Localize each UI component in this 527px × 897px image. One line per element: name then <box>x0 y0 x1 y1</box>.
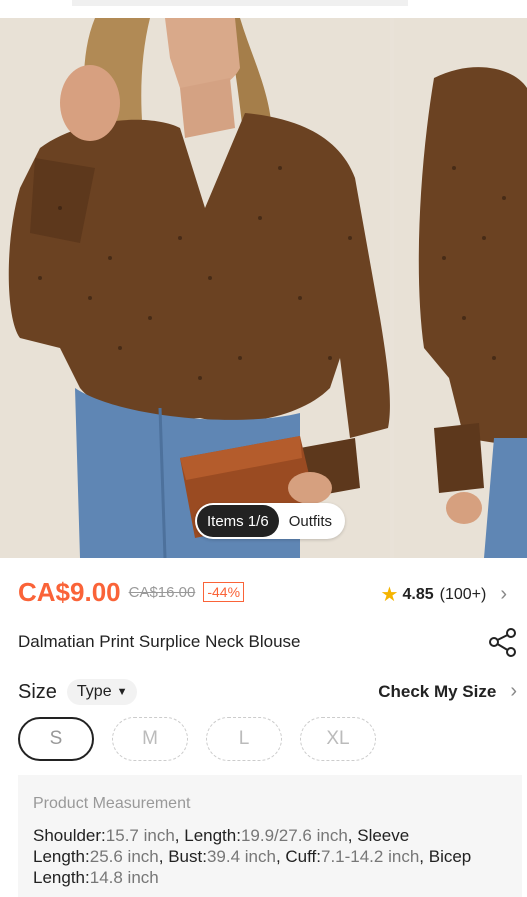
type-dropdown[interactable]: Type ▼ <box>66 679 138 705</box>
measurement-label: Shoulder: <box>33 826 106 845</box>
gallery-toggle: Items 1/6 Outfits <box>195 503 345 539</box>
size-option-s[interactable]: S <box>18 717 94 761</box>
product-image-gallery[interactable]: Items 1/6 Outfits <box>0 18 527 558</box>
measurement-details: Shoulder:15.7 inch, Length:19.9/27.6 inc… <box>33 826 472 887</box>
chevron-right-icon: › <box>510 680 517 702</box>
outfits-tab[interactable]: Outfits <box>279 513 332 530</box>
check-my-size-link[interactable]: Check My Size › <box>378 680 517 703</box>
chevron-down-icon: ▼ <box>116 686 128 698</box>
rating-count: (100+) <box>439 585 487 603</box>
product-photo-main[interactable] <box>0 18 390 558</box>
measurement-label: Bust: <box>168 847 207 866</box>
rating-summary[interactable]: ★ 4.85 (100+) › <box>381 582 507 607</box>
check-my-size-label: Check My Size <box>378 681 497 701</box>
size-label: Size <box>18 680 57 703</box>
rating-value: 4.85 <box>402 585 434 603</box>
size-options: S M L XL <box>18 717 376 761</box>
measurement-value: 39.4 inch <box>206 847 276 866</box>
star-icon: ★ <box>380 584 399 606</box>
product-title: Dalmatian Print Surplice Neck Blouse <box>18 632 301 651</box>
size-option-l[interactable]: L <box>206 717 282 761</box>
size-header: Size Type ▼ Check My Size › <box>18 676 517 708</box>
size-option-m[interactable]: M <box>112 717 188 761</box>
measurement-title: Product Measurement <box>33 795 191 812</box>
measurement-value: 19.9/27.6 inch <box>240 826 348 845</box>
measurement-label: Length: <box>184 826 241 845</box>
price-row: CA$9.00 CA$16.00 -44% ★ 4.85 (100+) › <box>18 574 517 610</box>
discount-badge: -44% <box>203 582 245 602</box>
measurement-label: Cuff: <box>285 847 321 866</box>
original-price: CA$16.00 <box>128 583 196 601</box>
measurement-value: 15.7 inch <box>105 826 175 845</box>
measurement-value: 7.1-14.2 inch <box>320 847 420 866</box>
share-icon[interactable] <box>487 626 519 658</box>
measurement-value: 14.8 inch <box>89 868 159 887</box>
items-tab[interactable]: Items 1/6 <box>197 505 279 537</box>
size-option-xl[interactable]: XL <box>300 717 376 761</box>
product-measurement-panel: Product Measurement Shoulder:15.7 inch, … <box>18 775 522 897</box>
current-price: CA$9.00 <box>18 576 121 607</box>
product-photo-next[interactable] <box>394 18 527 558</box>
measurement-value: 25.6 inch <box>89 847 159 866</box>
chevron-right-icon: › <box>500 583 507 605</box>
top-search-strip <box>72 0 408 6</box>
type-label: Type <box>76 683 112 700</box>
product-title-row: Dalmatian Print Surplice Neck Blouse <box>18 622 519 662</box>
